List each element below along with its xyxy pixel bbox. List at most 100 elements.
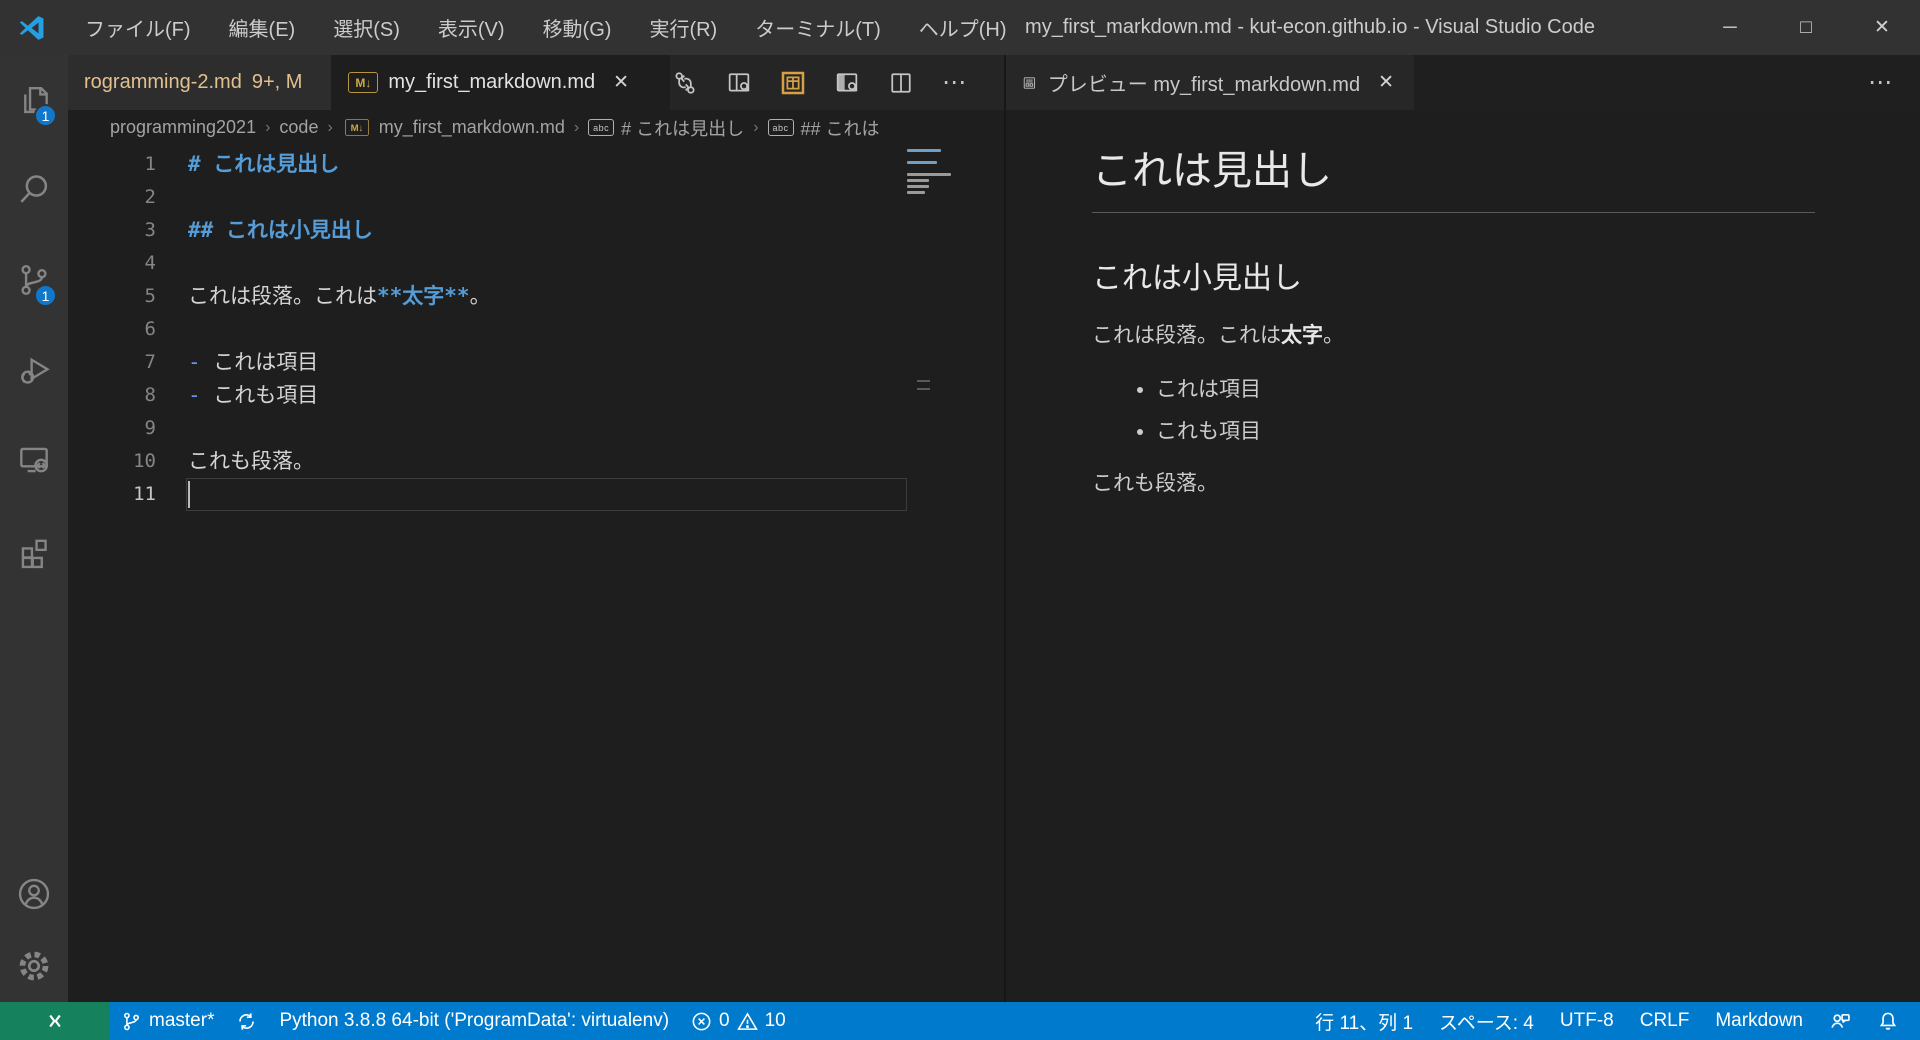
editor-code-area[interactable]: 1# これは見出し23## これは小見出し45これは段落。これは**太字**。6… — [68, 145, 1004, 1002]
maximize-button[interactable]: □ — [1768, 0, 1844, 55]
editor-toolbar: ⋯ — [670, 55, 1004, 110]
eol-status[interactable]: CRLF — [1627, 1002, 1703, 1040]
editor-scrollbar[interactable] — [917, 380, 930, 396]
editor-line-1[interactable]: 1# これは見出し — [68, 148, 1004, 181]
menu-item-6[interactable]: ターミナル(T) — [736, 0, 900, 55]
tab-preview-my-first-markdown[interactable]: プレビュー my_first_markdown.md ✕ — [1006, 55, 1414, 110]
cursor-position-status[interactable]: 行 11、列 1 — [1302, 1002, 1426, 1040]
title-bar: ファイル(F)編集(E)選択(S)表示(V)移動(G)実行(R)ターミナル(T)… — [0, 0, 1920, 55]
git-branch-status[interactable]: master* — [110, 1002, 225, 1040]
sidebar-item-source-control[interactable]: 1 — [0, 235, 68, 325]
open-preview-to-side-button[interactable] — [724, 68, 754, 98]
sidebar-item-search[interactable] — [0, 145, 68, 235]
preview-document-icon — [1022, 71, 1037, 95]
sidebar-item-run-debug[interactable] — [0, 325, 68, 415]
menu-item-4[interactable]: 移動(G) — [524, 0, 631, 55]
preview-paragraph-1: これは段落。これは太字。 — [1092, 319, 1815, 349]
editor-group: rogramming-2.md 9+, M M↓ my_first_markdo… — [68, 55, 1004, 1002]
editor-line-4[interactable]: 4 — [68, 247, 1004, 280]
line-number: 10 — [68, 445, 156, 478]
window-controls: ─ □ ✕ — [1692, 0, 1920, 55]
sync-button[interactable] — [225, 1002, 268, 1040]
split-editor-icon — [887, 69, 915, 97]
indentation-status[interactable]: スペース: 4 — [1426, 1002, 1547, 1040]
remote-explorer-icon — [15, 441, 53, 479]
minimize-button[interactable]: ─ — [1692, 0, 1768, 55]
menu-item-0[interactable]: ファイル(F) — [66, 0, 210, 55]
window-title: my_first_markdown.md - kut-econ.github.i… — [900, 16, 1720, 39]
preview-actions: ⋯ — [1414, 55, 1920, 110]
close-tab-icon[interactable]: ✕ — [609, 69, 633, 96]
editor-line-3[interactable]: 3## これは小見出し — [68, 214, 1004, 247]
editor-line-2[interactable]: 2 — [68, 181, 1004, 214]
open-changes-button[interactable] — [670, 68, 700, 98]
preview-content: これは見出し これは小見出し これは段落。これは太字。 これは項目これも項目 こ… — [1006, 110, 1920, 497]
tab-my-first-markdown-md[interactable]: M↓ my_first_markdown.md ✕ — [332, 55, 670, 110]
menu-bar: ファイル(F)編集(E)選択(S)表示(V)移動(G)実行(R)ターミナル(T)… — [66, 0, 1026, 55]
breadcrumb-item-4[interactable]: abc## これは — [768, 115, 880, 141]
search-icon — [15, 171, 53, 209]
menu-item-2[interactable]: 選択(S) — [314, 0, 419, 55]
branch-name: master* — [149, 1010, 214, 1032]
editor-line-9[interactable]: 9 — [68, 412, 1004, 445]
sync-icon — [236, 1011, 257, 1032]
language-mode-status[interactable]: Markdown — [1702, 1002, 1816, 1040]
table-preview-button-active[interactable] — [778, 68, 808, 98]
minimap[interactable] — [907, 149, 969, 197]
remote-indicator[interactable] — [0, 1002, 110, 1040]
close-button[interactable]: ✕ — [1844, 0, 1920, 55]
line-number: 3 — [68, 214, 156, 247]
editor-line-11[interactable]: 11 — [68, 478, 1004, 511]
encoding-status[interactable]: UTF-8 — [1547, 1002, 1627, 1040]
tab-label: my_first_markdown.md — [388, 71, 595, 94]
open-preview-button[interactable] — [832, 68, 862, 98]
errors-count: 0 — [719, 1010, 730, 1032]
open-preview-to-side-icon — [725, 69, 753, 97]
sidebar-item-extensions[interactable] — [0, 505, 68, 595]
status-bar: master* Python 3.8.8 64-bit ('ProgramDat… — [0, 1002, 1920, 1040]
preview-paragraph-2: これも段落。 — [1092, 467, 1815, 497]
breadcrumb-item-2[interactable]: M↓my_first_markdown.md — [342, 117, 565, 138]
line-number: 1 — [68, 148, 156, 181]
breadcrumb: programming2021›code›M↓my_first_markdown… — [68, 110, 1004, 145]
editor-line-5[interactable]: 5これは段落。これは**太字**。 — [68, 280, 1004, 313]
tab-label: rogramming-2.md — [84, 71, 242, 94]
breadcrumb-item-0[interactable]: programming2021 — [110, 117, 256, 138]
markdown-preview-pane: プレビュー my_first_markdown.md ✕ ⋯ これは見出し これ… — [1004, 55, 1920, 1002]
feedback-button[interactable] — [1816, 1002, 1864, 1040]
git-branch-icon — [121, 1011, 142, 1032]
menu-item-5[interactable]: 実行(R) — [630, 0, 736, 55]
tab-label: プレビュー my_first_markdown.md — [1048, 68, 1360, 97]
breadcrumb-separator: › — [753, 119, 758, 137]
more-actions-icon[interactable]: ⋯ — [1868, 78, 1894, 88]
account-button[interactable] — [0, 858, 68, 930]
breadcrumb-item-3[interactable]: abc# これは見出し — [588, 115, 744, 141]
sidebar-item-remote-explorer[interactable] — [0, 415, 68, 505]
tab-git-decoration: 9+, M — [252, 71, 303, 94]
python-interpreter-status[interactable]: Python 3.8.8 64-bit ('ProgramData': virt… — [268, 1002, 680, 1040]
preview-list: これは項目これも項目 — [1092, 373, 1815, 445]
source-control-badge: 1 — [34, 284, 57, 307]
more-actions-button[interactable]: ⋯ — [940, 68, 970, 98]
split-editor-button[interactable] — [886, 68, 916, 98]
line-number: 8 — [68, 379, 156, 412]
editor-line-8[interactable]: 8- これも項目 — [68, 379, 1004, 412]
bell-icon — [1877, 1010, 1899, 1032]
editor-line-7[interactable]: 7- これは項目 — [68, 346, 1004, 379]
problems-status[interactable]: 0 10 — [680, 1002, 797, 1040]
close-tab-icon[interactable]: ✕ — [1374, 69, 1398, 96]
sidebar-item-explorer[interactable]: 1 — [0, 55, 68, 145]
tab-programming-2-md[interactable]: rogramming-2.md 9+, M — [68, 55, 332, 110]
notifications-button[interactable] — [1864, 1002, 1912, 1040]
warnings-icon — [737, 1011, 758, 1032]
menu-item-1[interactable]: 編集(E) — [210, 0, 315, 55]
editor-line-10[interactable]: 10これも段落。 — [68, 445, 1004, 478]
menu-item-3[interactable]: 表示(V) — [419, 0, 524, 55]
markdown-file-icon: M↓ — [345, 119, 369, 136]
warnings-count: 10 — [765, 1010, 786, 1032]
editor-line-6[interactable]: 6 — [68, 313, 1004, 346]
breadcrumb-item-1[interactable]: code — [279, 117, 318, 138]
extensions-icon — [15, 531, 53, 569]
settings-button[interactable] — [0, 930, 68, 1002]
vscode-logo — [14, 11, 48, 45]
